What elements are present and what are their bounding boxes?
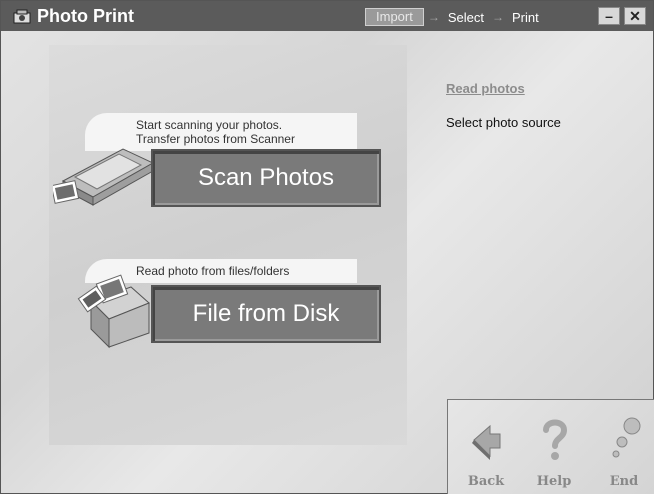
source-options-panel xyxy=(49,45,407,445)
info-title: Read photos xyxy=(446,81,525,96)
step-print: Print xyxy=(511,9,539,25)
file-from-disk-button[interactable]: File from Disk xyxy=(151,285,381,343)
end-label: End xyxy=(609,474,639,489)
end-spheres-icon xyxy=(612,417,641,458)
window-title: Photo Print xyxy=(37,6,134,26)
step-indicator: Import → Select → Print xyxy=(365,8,543,26)
scan-description-line1: Start scanning your photos. xyxy=(136,118,283,132)
scan-description: Start scanning your photos. Transfer pho… xyxy=(136,118,295,146)
step-import: Import xyxy=(365,8,424,26)
info-text: Select photo source xyxy=(446,115,561,130)
file-cabinet-icon xyxy=(77,274,150,349)
scan-description-line2: Transfer photos from Scanner xyxy=(136,132,295,146)
back-arrow-icon xyxy=(472,424,501,460)
back-label: Back xyxy=(467,474,505,489)
help-button[interactable]: Help xyxy=(526,414,582,490)
end-button[interactable]: End xyxy=(596,414,652,490)
scanner-icon xyxy=(53,148,155,206)
scan-photos-button[interactable]: Scan Photos xyxy=(151,149,381,207)
arrow-right-icon: → xyxy=(427,10,440,24)
back-button[interactable]: Back xyxy=(458,414,514,490)
title-bar: Photo Print Import → Select → Print – ✕ xyxy=(1,1,653,31)
minimize-button[interactable]: – xyxy=(598,7,620,25)
step-select: Select xyxy=(447,9,484,25)
help-label: Help xyxy=(536,474,572,489)
close-button[interactable]: ✕ xyxy=(624,7,646,25)
arrow-right-icon: → xyxy=(491,10,504,24)
photo-print-app-icon xyxy=(13,9,31,24)
navigation-panel: Back Help End xyxy=(447,399,654,494)
photo-print-window: Photo Print Import → Select → Print – ✕ … xyxy=(0,0,654,494)
question-mark-icon xyxy=(543,419,568,460)
